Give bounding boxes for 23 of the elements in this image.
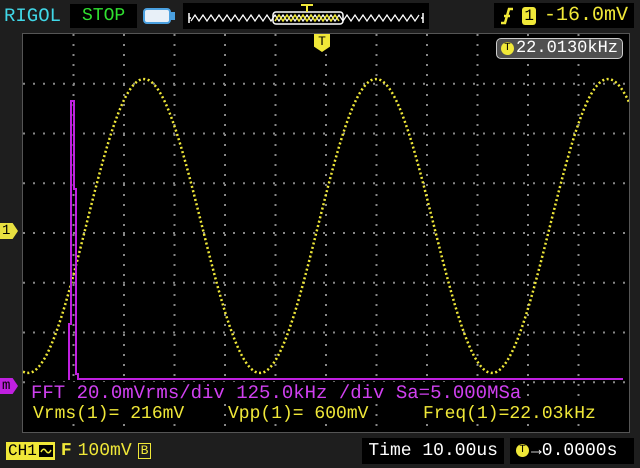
brand-logo: RIGOL bbox=[4, 4, 62, 26]
channel-marker[interactable]: 1 bbox=[0, 223, 18, 239]
run-state: STOP bbox=[70, 4, 138, 28]
vertical-scale: 100mV bbox=[78, 440, 132, 460]
memory-icon bbox=[143, 6, 178, 24]
trigger-icon: T bbox=[500, 42, 514, 55]
measurement: Vrms(1)= 216mV bbox=[33, 404, 184, 424]
time-label: Time bbox=[368, 440, 412, 460]
measurement: Freq(1)=22.03kHz bbox=[423, 404, 596, 424]
frequency-value: 22.0130kHz bbox=[516, 39, 618, 58]
coupling-letter: F bbox=[60, 440, 72, 460]
trigger-channel: 1 bbox=[522, 6, 536, 24]
trigger-level: -16.0mV bbox=[544, 4, 628, 27]
measurement: Vpp(1)= 600mV bbox=[228, 404, 368, 424]
bandwidth-mark: B bbox=[138, 442, 152, 458]
rising-edge-icon bbox=[500, 6, 514, 24]
time-value: 10.00us bbox=[422, 440, 498, 460]
trigger-icon: T bbox=[516, 444, 529, 457]
channel-marker[interactable]: m bbox=[0, 378, 18, 394]
channel-badge[interactable]: CH1 bbox=[6, 442, 55, 460]
trigger-marker[interactable]: T bbox=[314, 34, 330, 52]
ac-coupling-icon bbox=[38, 444, 53, 456]
trigger-offset: →0.0000s bbox=[531, 440, 618, 460]
